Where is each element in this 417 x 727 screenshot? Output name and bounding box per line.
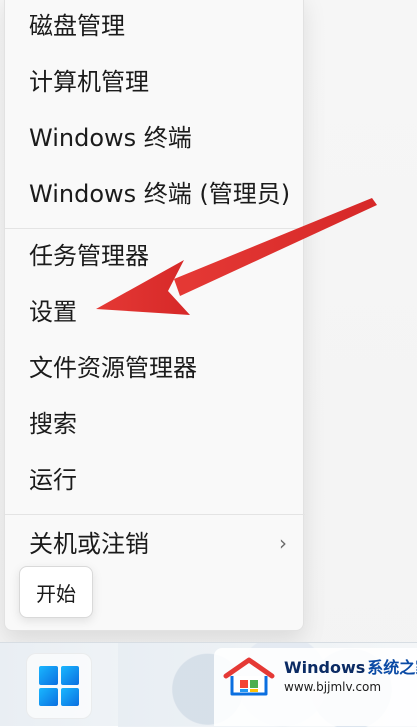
windows-logo-tile — [60, 687, 79, 706]
menu-item-file-explorer[interactable]: 文件资源管理器 — [5, 343, 305, 393]
menu-item-label: Windows 终端 (管理员) — [29, 180, 291, 208]
menu-item-label: 搜索 — [29, 410, 77, 438]
menu-item-disk-management[interactable]: 磁盘管理 — [5, 1, 305, 51]
menu-item-task-manager[interactable]: 任务管理器 — [5, 231, 305, 281]
menu-item-label: 运行 — [29, 466, 77, 494]
tooltip-label: 开始 — [36, 581, 76, 606]
context-menu: 磁盘管理 计算机管理 Windows 终端 Windows 终端 (管理员) 任… — [4, 0, 305, 631]
menu-item-label: 任务管理器 — [29, 242, 149, 270]
menu-item-shutdown-signout[interactable]: 关机或注销 › — [5, 519, 305, 569]
watermark-row: Windows系统之家 www.bjjmlv.com — [222, 654, 417, 700]
menu-item-label: 文件资源管理器 — [29, 354, 197, 382]
windows-logo-tile — [60, 666, 79, 685]
windows-logo-tile — [39, 666, 58, 685]
menu-item-run[interactable]: 运行 — [5, 455, 305, 505]
watermark-text: Windows系统之家 www.bjjmlv.com — [284, 658, 417, 695]
menu-item-settings[interactable]: 设置 — [5, 287, 305, 337]
watermark-brand: Windows — [284, 658, 366, 678]
menu-item-label: 设置 — [29, 298, 77, 326]
menu-item-label: Windows 终端 — [29, 124, 192, 152]
menu-item-label: 计算机管理 — [29, 68, 149, 96]
watermark-url: www.bjjmlv.com — [284, 680, 382, 695]
menu-item-label: 磁盘管理 — [29, 12, 125, 40]
site-watermark: Windows系统之家 www.bjjmlv.com — [214, 648, 417, 726]
screen: 磁盘管理 计算机管理 Windows 终端 Windows 终端 (管理员) 任… — [0, 0, 417, 727]
menu-item-label: 关机或注销 — [29, 530, 149, 558]
watermark-title: Windows系统之家 — [284, 658, 417, 678]
menu-item-windows-terminal-admin[interactable]: Windows 终端 (管理员) — [5, 169, 305, 219]
menu-divider — [5, 514, 305, 515]
menu-item-computer-management[interactable]: 计算机管理 — [5, 57, 305, 107]
menu-item-search[interactable]: 搜索 — [5, 399, 305, 449]
house-logo-icon — [223, 657, 275, 696]
watermark-brand-cn: 系统之家 — [367, 658, 417, 678]
windows-logo-icon — [39, 666, 79, 706]
start-tooltip: 开始 — [19, 566, 93, 618]
menu-divider — [5, 228, 305, 229]
menu-item-windows-terminal[interactable]: Windows 终端 — [5, 113, 305, 163]
start-button[interactable] — [26, 653, 92, 719]
chevron-right-icon: › — [279, 531, 287, 555]
windows-logo-tile — [39, 687, 58, 706]
